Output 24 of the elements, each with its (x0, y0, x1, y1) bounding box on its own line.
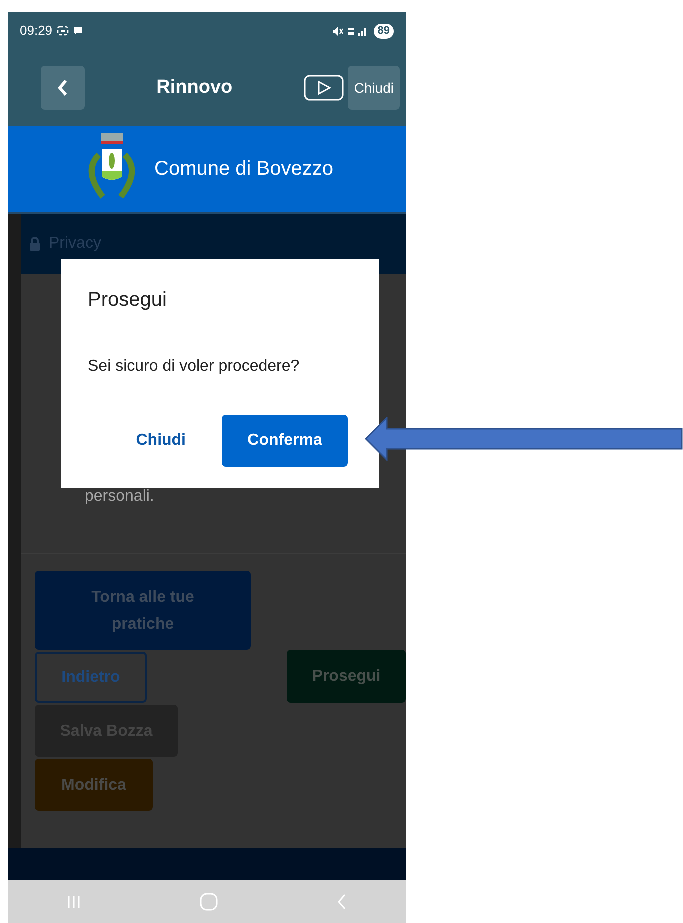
back-icon[interactable] (336, 894, 347, 910)
close-button[interactable]: Chiudi (348, 66, 400, 110)
play-icon[interactable] (304, 75, 344, 101)
screenshot-icon (56, 25, 69, 37)
dialog-title: Prosegui (88, 288, 168, 313)
municipality-name: Comune di Bovezzo (154, 157, 334, 182)
action-button[interactable]: Prosegui (287, 650, 406, 702)
back-button[interactable] (41, 66, 85, 110)
confirm-button[interactable]: Conferma (222, 415, 348, 467)
page-title: Rinnovo (156, 76, 234, 100)
privacy-text: personali. (85, 487, 156, 507)
status-time: 09:29 (20, 22, 53, 40)
back-chevron-icon (57, 79, 69, 97)
recent-apps-icon[interactable] (67, 894, 82, 908)
battery-level: 89 (374, 24, 394, 38)
dialog-message: Sei sicuro di voler procedere? (88, 357, 301, 377)
lock-icon (29, 237, 41, 251)
action-button[interactable]: Modifica (35, 759, 153, 811)
chat-icon (72, 26, 83, 36)
home-icon[interactable] (200, 892, 218, 910)
close-link-button[interactable]: Chiudi (124, 421, 198, 461)
action-button[interactable]: Torna alle tue pratiche (35, 571, 251, 650)
action-button[interactable]: Indietro (35, 652, 147, 703)
mute-icon (332, 26, 344, 36)
